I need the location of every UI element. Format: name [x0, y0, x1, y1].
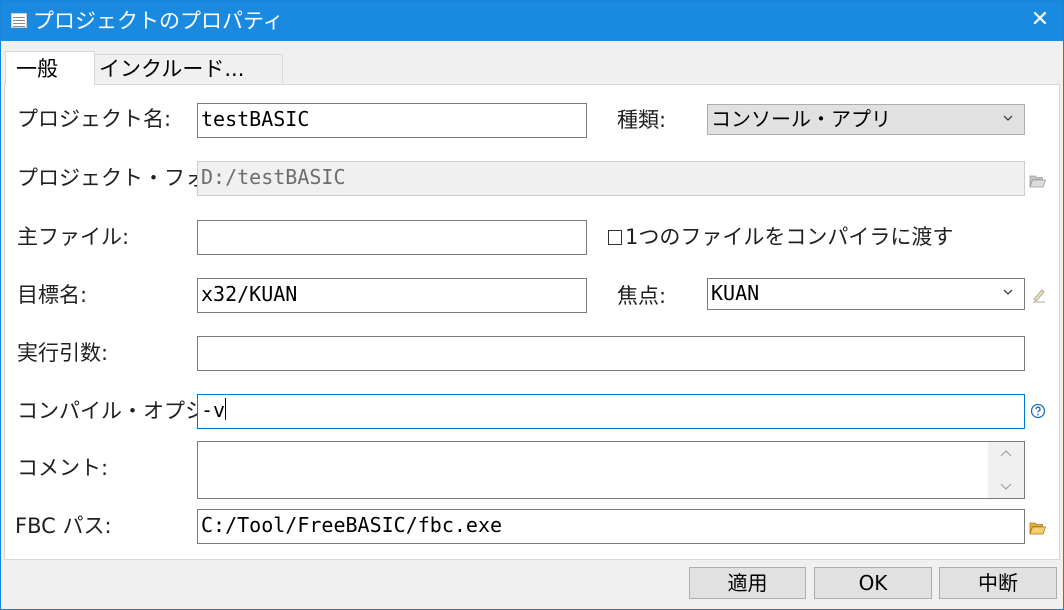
compile-options-label: コンパイル・オプション:: [17, 399, 197, 423]
pencil-icon[interactable]: [1031, 287, 1049, 305]
project-name-label: プロジェクト名:: [17, 107, 172, 131]
help-icon[interactable]: [1030, 403, 1048, 421]
pass-one-file-label: 1つのファイルをコンパイラに渡す: [625, 225, 954, 249]
focus-select[interactable]: KUAN: [707, 278, 1025, 310]
tab-include[interactable]: インクルード...: [94, 54, 283, 83]
run-args-label: 実行引数:: [17, 341, 109, 365]
ok-button[interactable]: OK: [814, 567, 932, 599]
type-select-value: コンソール・アプリ: [711, 107, 891, 131]
main-file-input[interactable]: [197, 220, 587, 255]
close-button[interactable]: ✕: [1017, 1, 1063, 41]
fbc-path-input[interactable]: C:/Tool/FreeBASIC/fbc.exe: [197, 509, 1025, 544]
project-properties-dialog: プロジェクトのプロパティ ✕ 一般 インクルード... プロジェクト名: tes…: [0, 0, 1064, 610]
target-name-input[interactable]: x32/KUAN: [197, 278, 587, 313]
window-title: プロジェクトのプロパティ: [33, 9, 284, 33]
pass-one-file-option[interactable]: 1つのファイルをコンパイラに渡す: [608, 223, 953, 251]
comment-scrollbar[interactable]: [988, 442, 1024, 498]
comment-textarea[interactable]: [197, 441, 1025, 499]
pass-one-file-checkbox[interactable]: [608, 230, 622, 245]
compile-options-value: -v: [201, 398, 226, 422]
title-bar[interactable]: プロジェクトのプロパティ ✕: [1, 1, 1063, 41]
compile-options-input[interactable]: -v: [197, 394, 1025, 429]
apply-button[interactable]: 適用: [689, 567, 806, 599]
focus-label: 焦点:: [617, 284, 667, 308]
focus-select-value: KUAN: [711, 281, 760, 305]
type-label: 種類:: [617, 108, 667, 132]
project-folder-label: プロジェクト・フォルダ:: [17, 166, 197, 190]
chevron-down-icon: [1002, 282, 1014, 312]
cancel-button[interactable]: 中断: [939, 567, 1057, 599]
type-select[interactable]: コンソール・アプリ: [707, 104, 1025, 135]
folder-open-icon[interactable]: [1029, 173, 1047, 191]
tab-general[interactable]: 一般: [5, 51, 95, 85]
target-name-label: 目標名:: [17, 283, 88, 307]
text-caret: [225, 398, 227, 420]
scroll-up-icon[interactable]: [999, 448, 1013, 462]
window-icon: [11, 13, 27, 28]
project-folder-input[interactable]: D:/testBASIC: [197, 161, 1025, 196]
project-name-input[interactable]: testBASIC: [197, 103, 587, 138]
scroll-down-icon[interactable]: [999, 480, 1013, 494]
comment-label: コメント:: [17, 456, 109, 480]
main-file-label: 主ファイル:: [17, 225, 130, 249]
fbc-path-label: FBC パス:: [15, 514, 112, 538]
chevron-down-icon: [1002, 108, 1014, 138]
run-args-input[interactable]: [197, 336, 1025, 371]
folder-open-icon[interactable]: [1029, 520, 1047, 538]
